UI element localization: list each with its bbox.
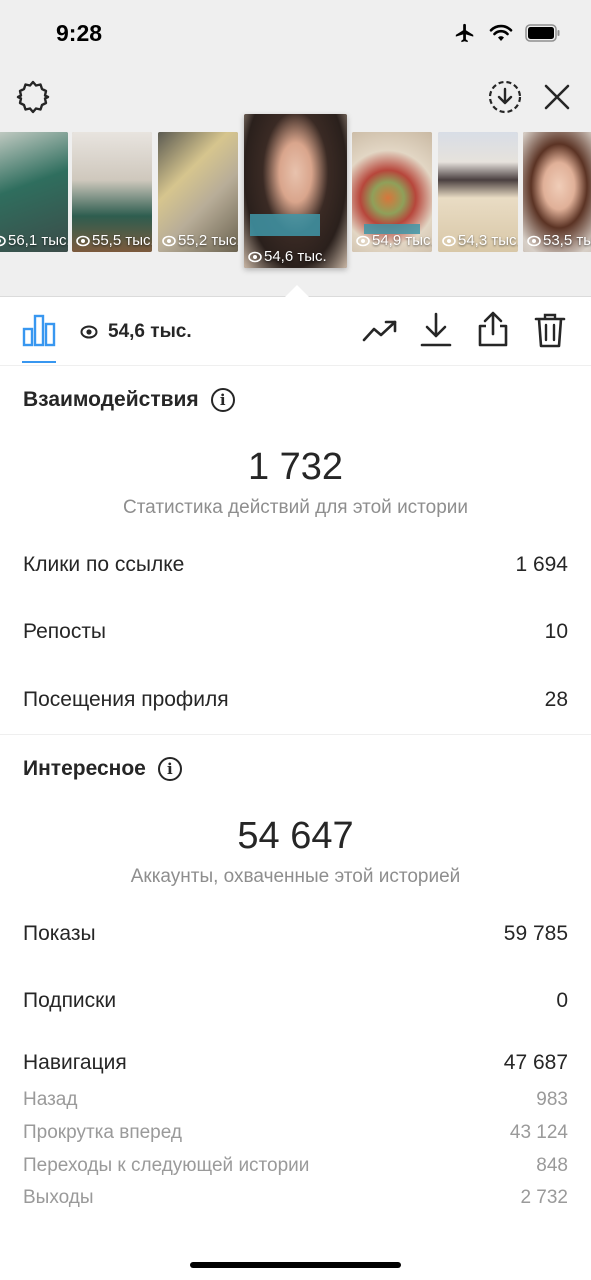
interactions-header: Взаимодействия i bbox=[23, 388, 235, 412]
thumbnail-views: 53,5 тыс. bbox=[527, 232, 591, 249]
eye-icon bbox=[527, 235, 541, 246]
stat-value: 47 687 bbox=[503, 1051, 568, 1074]
thumbnail-views: 54,3 тыс. bbox=[442, 232, 518, 249]
story-thumbnail[interactable]: 54,3 тыс. bbox=[438, 132, 518, 252]
navigation-row: Переходы к следующей истории 848 bbox=[23, 1155, 568, 1177]
stat-label: Показы bbox=[23, 922, 96, 945]
navigation-row: Прокрутка вперед 43 124 bbox=[23, 1122, 568, 1144]
promote-button[interactable] bbox=[360, 313, 400, 349]
download-all-button[interactable] bbox=[486, 78, 524, 116]
navigation-label: Прокрутка вперед bbox=[23, 1122, 182, 1143]
story-thumbnail[interactable]: 55,2 тыс. bbox=[158, 132, 238, 252]
status-time: 9:28 bbox=[56, 20, 103, 46]
close-button[interactable] bbox=[538, 78, 576, 116]
eye-icon bbox=[76, 235, 90, 246]
navigation-row: Назад 983 bbox=[23, 1089, 568, 1111]
stat-row: Посещения профиля 28 bbox=[23, 688, 568, 712]
interactions-title: Взаимодействия bbox=[23, 388, 199, 411]
stat-label: Репосты bbox=[23, 620, 107, 643]
eye-icon bbox=[80, 325, 98, 339]
share-button[interactable] bbox=[475, 309, 511, 349]
discovery-title: Интересное bbox=[23, 757, 146, 780]
navigation-label: Назад bbox=[23, 1089, 78, 1110]
insights-toolbar: 54,6 тыс. bbox=[0, 297, 591, 366]
stat-label: Клики по ссылке bbox=[23, 553, 185, 576]
active-story-caret bbox=[285, 285, 309, 297]
section-divider bbox=[0, 734, 591, 735]
navigation-label: Выходы bbox=[23, 1187, 94, 1208]
save-button[interactable] bbox=[418, 311, 454, 349]
eye-icon bbox=[162, 235, 176, 246]
thumbnail-views: 55,2 тыс. bbox=[162, 232, 238, 249]
story-thumbnail[interactable]: 56,1 тыс. bbox=[0, 132, 68, 252]
story-strip: 56,1 тыс. 55,5 тыс. 55,2 тыс. 54,6 тыс. … bbox=[0, 114, 591, 297]
stat-value: 1 694 bbox=[515, 553, 568, 576]
views-total: 54,6 тыс. bbox=[80, 321, 192, 343]
close-icon bbox=[544, 84, 570, 110]
interactions-subtitle: Статистика действий для этой истории bbox=[122, 497, 469, 518]
stat-value: 59 785 bbox=[503, 922, 568, 945]
insights-icon bbox=[22, 314, 56, 347]
insights-tab[interactable] bbox=[20, 311, 58, 349]
info-icon[interactable]: i bbox=[210, 388, 235, 412]
settings-icon bbox=[16, 80, 50, 114]
stat-row: Репосты 10 bbox=[23, 620, 568, 644]
story-thumbnail[interactable]: 55,5 тыс. bbox=[72, 132, 152, 252]
navigation-label: Переходы к следующей истории bbox=[23, 1155, 310, 1176]
interactions-total: 1 732 bbox=[247, 446, 344, 488]
info-icon[interactable]: i bbox=[157, 757, 182, 781]
discovery-header: Интересное i bbox=[23, 757, 182, 781]
navigation-value: 983 bbox=[536, 1089, 568, 1110]
stat-label: Подписки bbox=[23, 989, 117, 1012]
home-indicator[interactable] bbox=[190, 1262, 401, 1268]
navigation-value: 43 124 bbox=[509, 1122, 568, 1143]
stat-value: 10 bbox=[544, 620, 568, 643]
navigation-row: Выходы 2 732 bbox=[23, 1187, 568, 1209]
status-bar: 9:28 bbox=[0, 0, 591, 64]
thumbnail-views: 54,9 тыс. bbox=[356, 232, 432, 249]
airplane-icon bbox=[455, 23, 474, 43]
thumbnail-views: 55,5 тыс. bbox=[76, 232, 152, 249]
wifi-icon bbox=[489, 24, 513, 41]
trending-icon bbox=[362, 320, 397, 342]
discovery-total: 54 647 bbox=[237, 815, 354, 857]
thumbnail-views: 56,1 тыс. bbox=[0, 232, 68, 249]
delete-icon bbox=[534, 313, 566, 348]
eye-icon bbox=[442, 235, 456, 246]
story-thumbnail-active[interactable]: 54,6 тыс. bbox=[244, 114, 347, 268]
status-icons bbox=[453, 22, 561, 44]
stat-value: 28 bbox=[544, 688, 568, 711]
delete-button[interactable] bbox=[532, 311, 568, 349]
stat-row: Подписки 0 bbox=[23, 989, 568, 1013]
stat-label: Навигация bbox=[23, 1051, 127, 1074]
stat-label: Посещения профиля bbox=[23, 688, 229, 711]
navigation-value: 848 bbox=[536, 1155, 568, 1176]
stat-row: Навигация 47 687 bbox=[23, 1051, 568, 1075]
settings-button[interactable] bbox=[14, 78, 52, 116]
stat-value: 0 bbox=[556, 989, 568, 1012]
save-icon bbox=[420, 312, 452, 347]
eye-icon bbox=[356, 235, 370, 246]
story-thumbnail[interactable]: 53,5 тыс. bbox=[523, 132, 591, 252]
discovery-subtitle: Аккаунты, охваченные этой историей bbox=[130, 866, 461, 887]
stat-row: Показы 59 785 bbox=[23, 922, 568, 946]
views-total-value: 54,6 тыс. bbox=[108, 321, 192, 342]
active-tab-underline bbox=[22, 361, 56, 363]
share-icon bbox=[478, 311, 508, 347]
navigation-value: 2 732 bbox=[520, 1187, 568, 1208]
stat-row: Клики по ссылке 1 694 bbox=[23, 553, 568, 577]
download-circle-icon bbox=[488, 80, 522, 114]
thumbnail-views: 54,6 тыс. bbox=[248, 248, 327, 265]
eye-icon bbox=[0, 235, 6, 246]
story-thumbnail[interactable]: 54,9 тыс. bbox=[352, 132, 432, 252]
eye-icon bbox=[248, 251, 262, 262]
battery-icon bbox=[525, 24, 560, 42]
